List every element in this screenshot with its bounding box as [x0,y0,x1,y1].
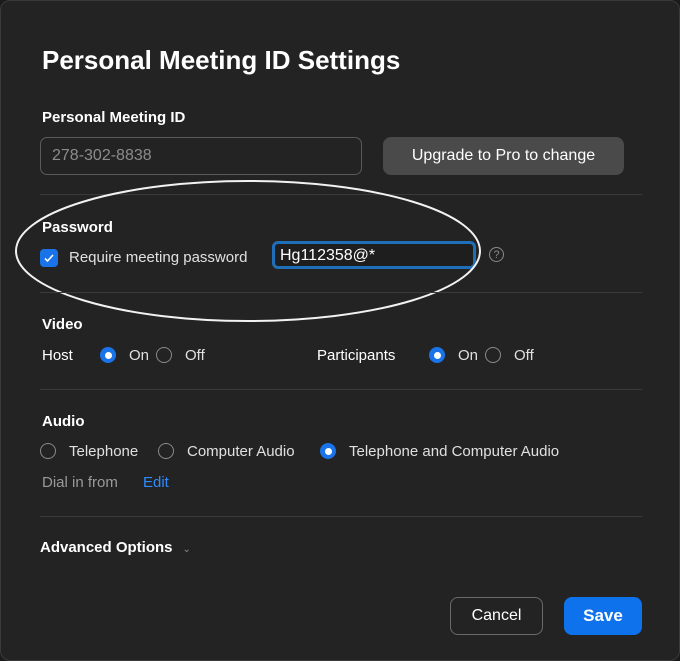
chevron-down-icon: ⌄ [182,544,191,555]
host-on-radio[interactable] [100,347,116,363]
participants-on-label[interactable]: On [458,347,478,364]
dialog-title: Personal Meeting ID Settings [42,45,401,75]
pmi-input[interactable]: 278-302-8838 [40,137,362,175]
audio-computer-radio[interactable] [158,443,174,459]
participants-off-label[interactable]: Off [514,347,534,364]
divider [40,292,642,293]
audio-both-label[interactable]: Telephone and Computer Audio [349,443,559,460]
participants-on-radio[interactable] [429,347,445,363]
save-button[interactable]: Save [564,597,642,635]
annotation-ellipse [15,180,481,322]
audio-telephone-label[interactable]: Telephone [69,443,138,460]
dial-in-label: Dial in from [42,474,118,491]
upgrade-button[interactable]: Upgrade to Pro to change [383,137,624,175]
advanced-options-label: Advanced Options [40,539,173,556]
advanced-options-toggle[interactable]: Advanced Options ⌄ [40,539,191,556]
settings-dialog: Personal Meeting ID Settings Personal Me… [0,0,680,661]
pmi-label: Personal Meeting ID [42,109,186,126]
audio-telephone-radio[interactable] [40,443,56,459]
divider [40,389,642,390]
audio-both-radio[interactable] [320,443,336,459]
host-off-radio[interactable] [156,347,172,363]
participants-label: Participants [317,347,396,364]
cancel-button[interactable]: Cancel [450,597,543,635]
host-label: Host [42,347,73,364]
divider [40,516,642,517]
video-label: Video [42,316,83,333]
host-off-label[interactable]: Off [185,347,205,364]
host-on-label[interactable]: On [129,347,149,364]
audio-label: Audio [42,413,85,430]
participants-off-radio[interactable] [485,347,501,363]
dial-in-edit-link[interactable]: Edit [143,474,169,491]
audio-computer-label[interactable]: Computer Audio [187,443,295,460]
